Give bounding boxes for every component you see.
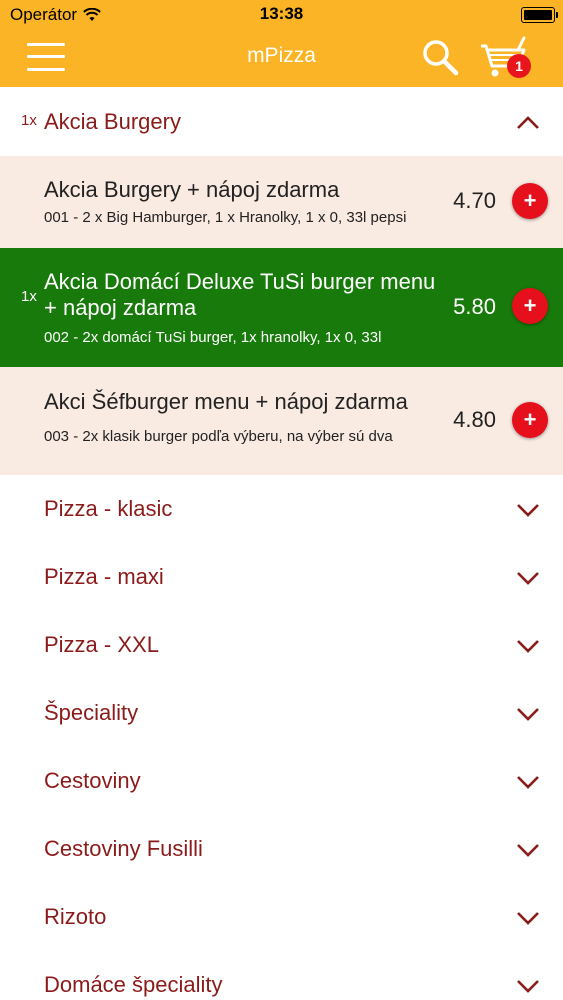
category-cestoviny-fusilli[interactable]: Cestoviny Fusilli bbox=[0, 815, 563, 883]
chevron-down-icon bbox=[517, 844, 539, 857]
add-to-cart-button[interactable]: + bbox=[512, 402, 548, 438]
chevron-down-icon bbox=[517, 640, 539, 653]
category-quantity: 1x bbox=[21, 112, 37, 129]
chevron-down-icon bbox=[517, 708, 539, 721]
add-to-cart-button[interactable]: + bbox=[512, 288, 548, 324]
chevron-down-icon bbox=[517, 504, 539, 517]
status-time: 13:38 bbox=[259, 4, 304, 23]
chevron-down-icon bbox=[517, 776, 539, 789]
chevron-up-icon bbox=[517, 116, 539, 129]
product-price: 4.80 bbox=[453, 407, 496, 432]
category-rizoto[interactable]: Rizoto bbox=[0, 883, 563, 951]
product-price: 4.70 bbox=[453, 188, 496, 213]
category-domace-speciality[interactable]: Domáce špeciality bbox=[0, 951, 563, 1000]
cart-count-badge: 1 bbox=[507, 54, 531, 78]
search-icon bbox=[423, 40, 459, 76]
category-label: Pizza - klasic bbox=[44, 496, 173, 521]
category-cestoviny[interactable]: Cestoviny bbox=[0, 747, 563, 815]
product-price: 5.80 bbox=[453, 294, 496, 319]
menu-icon-bar bbox=[27, 68, 65, 71]
add-to-cart-button[interactable]: + bbox=[512, 183, 548, 219]
chevron-down-icon bbox=[517, 572, 539, 585]
chevron-down-icon bbox=[517, 980, 539, 993]
product-item[interactable]: Akcia Burgery + nápoj zdarma 001 - 2 x B… bbox=[0, 156, 563, 248]
category-speciality[interactable]: Špeciality bbox=[0, 679, 563, 747]
product-name: Akci Šéfburger menu + nápoj zdarma bbox=[44, 389, 408, 414]
app-header: Operátor 13:38 mPizza 1 bbox=[0, 0, 563, 87]
category-label: Špeciality bbox=[44, 700, 139, 725]
category-label: Pizza - maxi bbox=[44, 564, 164, 589]
category-label: Akcia Burgery bbox=[44, 109, 181, 134]
category-akcia-burgery[interactable]: 1x Akcia Burgery bbox=[0, 88, 563, 156]
category-label: Cestoviny bbox=[44, 768, 141, 793]
category-label: Pizza - XXL bbox=[44, 632, 159, 657]
product-item[interactable]: 1x Akcia Domácí Deluxe TuSi burger menu … bbox=[0, 248, 563, 367]
category-label: Rizoto bbox=[44, 904, 107, 929]
category-pizza-xxl[interactable]: Pizza - XXL bbox=[0, 611, 563, 679]
product-quantity: 1x bbox=[21, 288, 37, 305]
product-name: Akcia Burgery + nápoj zdarma bbox=[44, 177, 340, 202]
battery-icon bbox=[521, 7, 558, 23]
search-button[interactable] bbox=[421, 38, 461, 78]
category-pizza-klasic[interactable]: Pizza - klasic bbox=[0, 475, 563, 543]
product-description: 001 - 2 x Big Hamburger, 1 x Hranolky, 1… bbox=[44, 209, 407, 226]
category-label: Cestoviny Fusilli bbox=[44, 836, 203, 861]
product-item[interactable]: Akci Šéfburger menu + nápoj zdarma 003 -… bbox=[0, 367, 563, 475]
category-label: Domáce špeciality bbox=[44, 972, 223, 997]
product-name: Akcia Domácí Deluxe TuSi burger menu + n… bbox=[44, 269, 436, 320]
product-description: 003 - 2x klasik burger podľa výberu, na … bbox=[44, 428, 393, 445]
chevron-down-icon bbox=[517, 912, 539, 925]
product-description: 002 - 2x domácí TuSi burger, 1x hranolky… bbox=[44, 329, 382, 346]
category-pizza-maxi[interactable]: Pizza - maxi bbox=[0, 543, 563, 611]
